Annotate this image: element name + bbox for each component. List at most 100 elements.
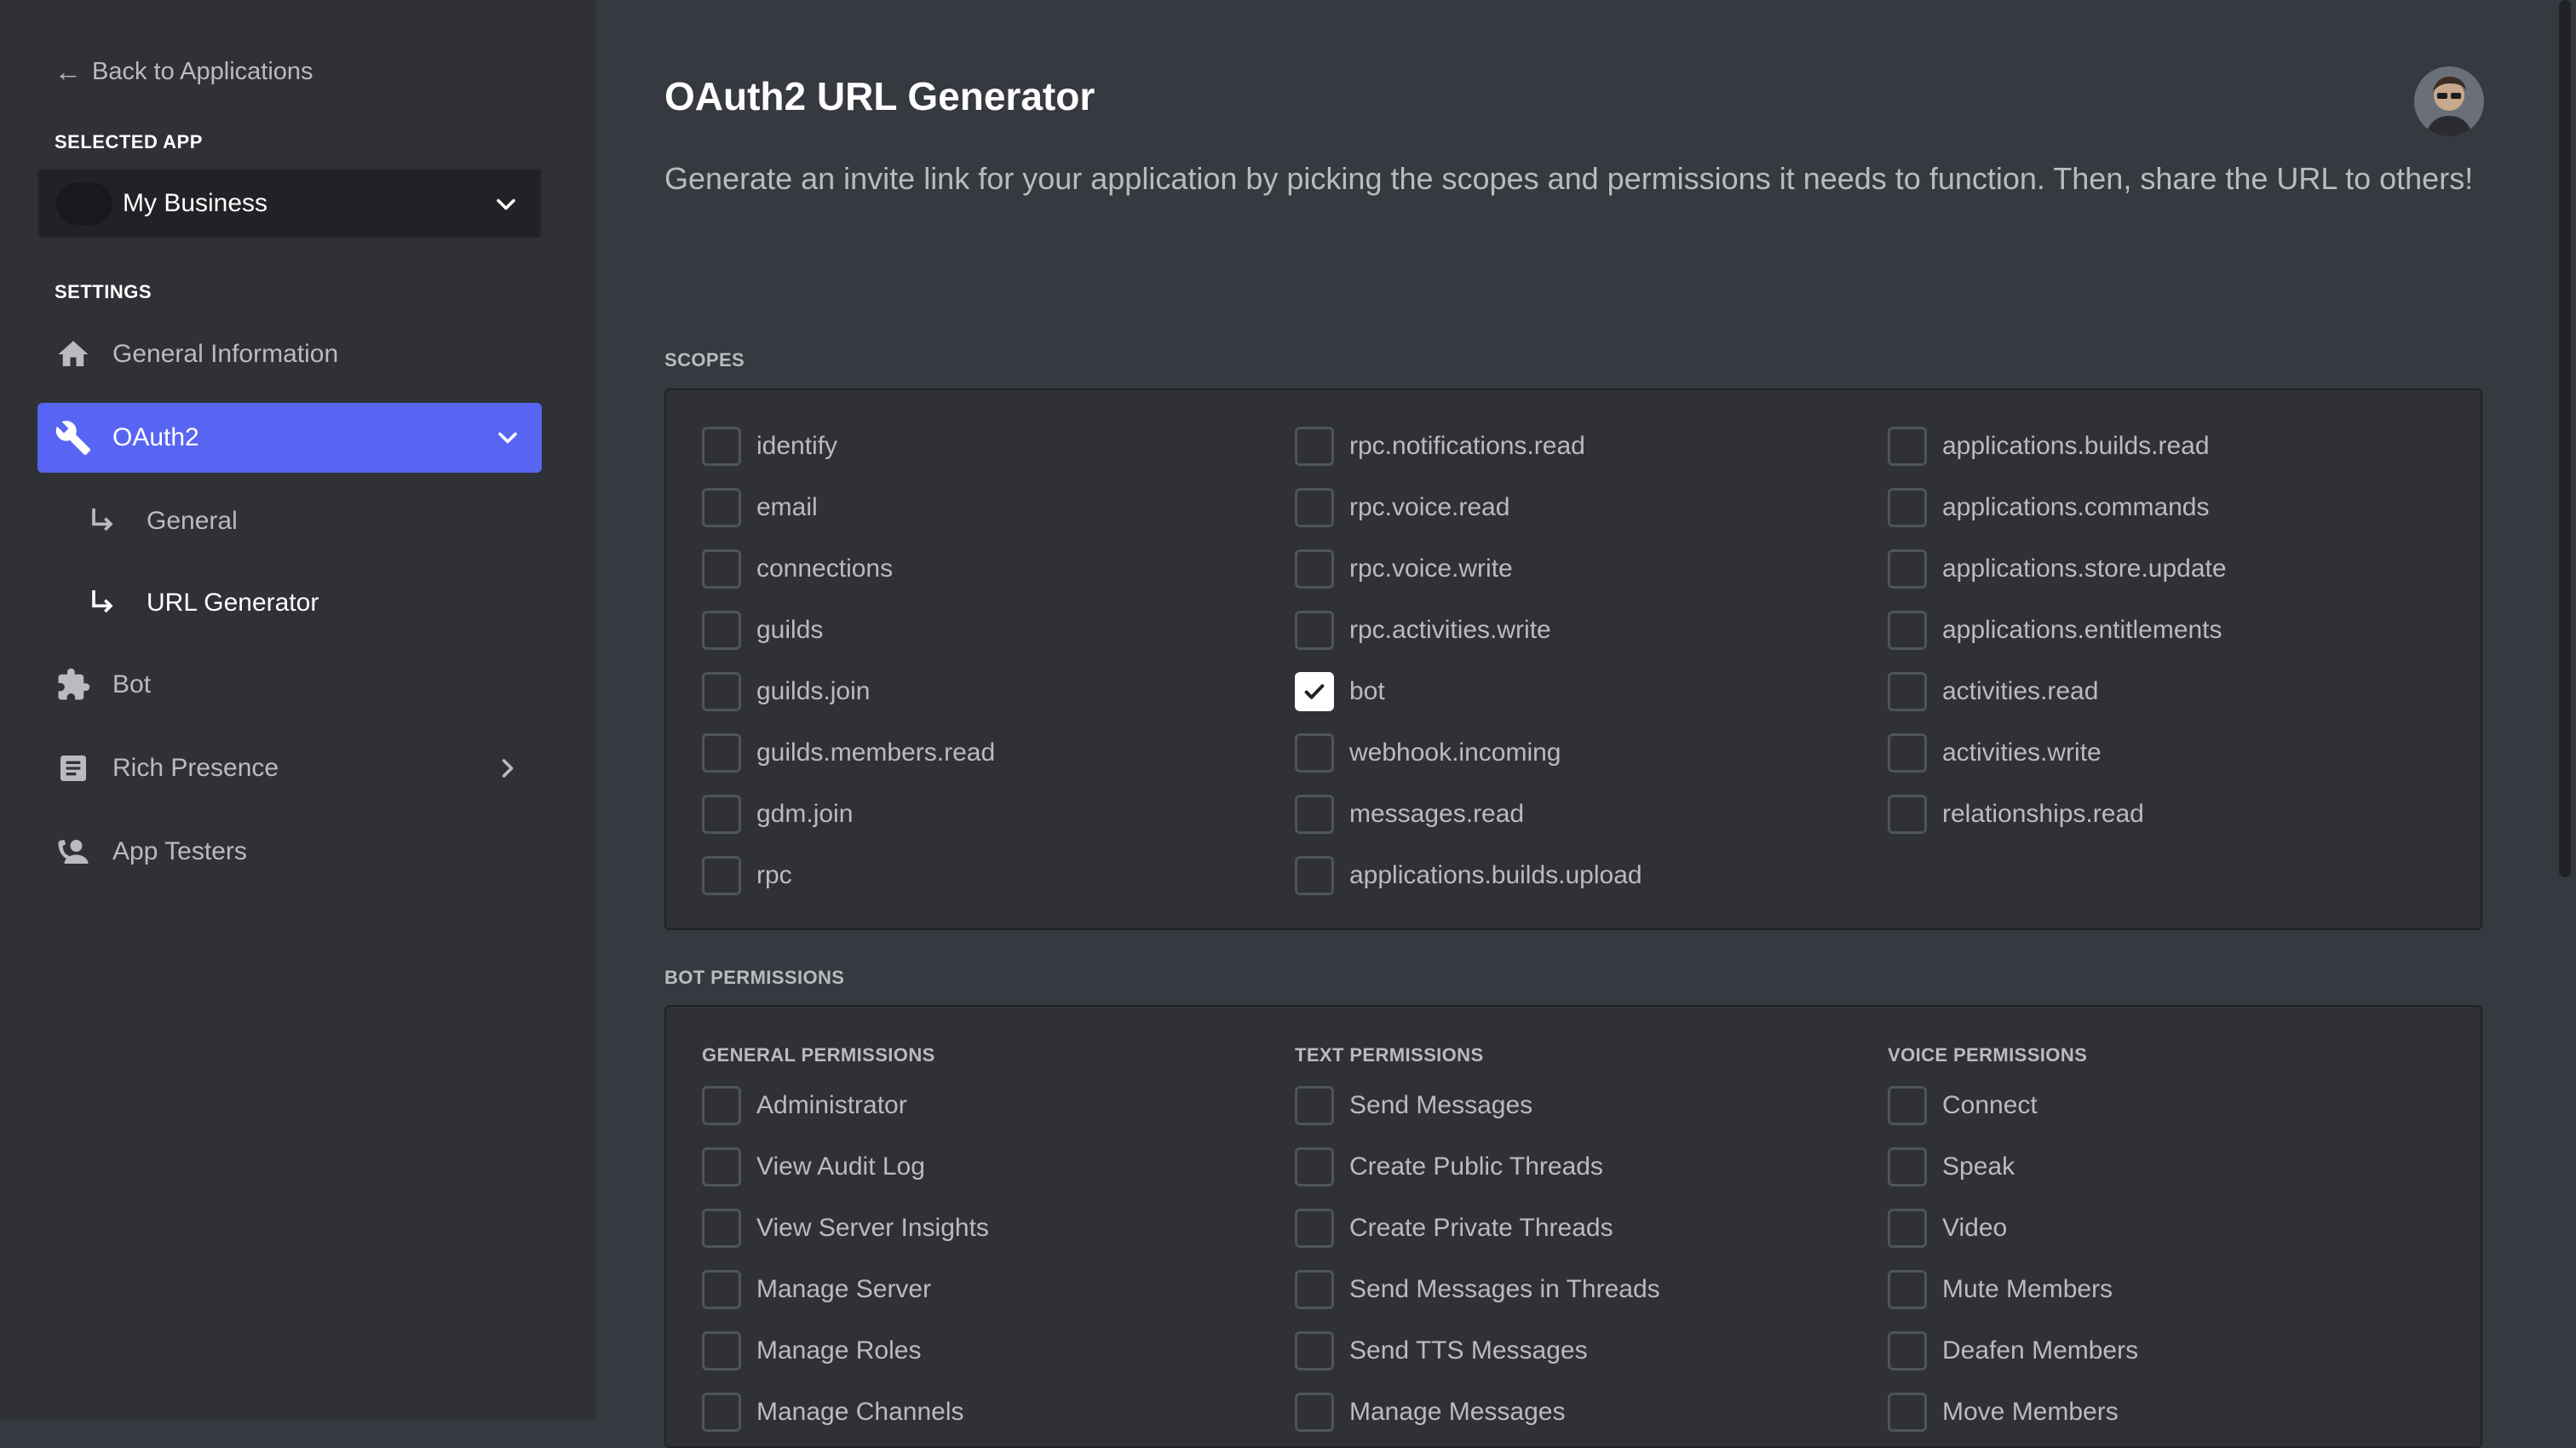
checkbox[interactable] [1888,672,1927,711]
sidebar-item-oauth2[interactable]: OAuth2 [37,403,542,473]
checkbox[interactable] [1888,1393,1927,1432]
checkbox[interactable] [1295,611,1334,650]
checkbox-option[interactable]: Send TTS Messages [1295,1330,1588,1371]
checkbox[interactable] [702,549,741,589]
sidebar-item-bot[interactable]: Bot [37,650,542,720]
sidebar-item-rich-presence[interactable]: Rich Presence [37,733,542,803]
checkbox[interactable] [1295,427,1334,466]
checkbox[interactable] [1295,733,1334,773]
checkbox[interactable] [1295,1331,1334,1370]
sidebar-item-general-information[interactable]: General Information [37,319,542,389]
checkbox-option[interactable]: applications.builds.read [1888,426,2210,467]
checkbox-option[interactable]: rpc.voice.read [1295,487,1509,528]
checkbox-option[interactable]: View Audit Log [702,1146,925,1187]
checkbox-option[interactable]: Send Messages in Threads [1295,1269,1660,1310]
checkbox-option[interactable]: Manage Roles [702,1330,921,1371]
checkbox-option[interactable]: Speak [1888,1146,2015,1187]
checkbox-option[interactable]: applications.commands [1888,487,2210,528]
checkbox-option[interactable]: Video [1888,1208,2007,1249]
checkbox[interactable] [1295,672,1334,711]
checkbox[interactable] [702,856,741,895]
checkbox[interactable] [1888,1209,1927,1248]
checkbox-option[interactable]: applications.builds.upload [1295,855,1642,896]
checkbox[interactable] [1295,795,1334,834]
checkbox-option[interactable]: Manage Channels [702,1392,964,1433]
checkbox[interactable] [1888,611,1927,650]
checkbox[interactable] [1888,1331,1927,1370]
checkbox-option[interactable]: bot [1295,671,1385,712]
checkbox[interactable] [702,733,741,773]
checkbox-option[interactable]: email [702,487,818,528]
wrench-icon [55,419,92,457]
checkbox-option[interactable]: rpc.notifications.read [1295,426,1585,467]
checkbox[interactable] [702,1147,741,1187]
checkbox-option[interactable]: identify [702,426,837,467]
checkbox-option[interactable]: applications.entitlements [1888,610,2222,651]
checkbox-option[interactable]: relationships.read [1888,794,2144,835]
text-permissions-heading: Text Permissions [1295,1044,1484,1066]
checkbox[interactable] [702,488,741,527]
settings-heading: Settings [55,281,152,302]
checkbox[interactable] [702,1270,741,1309]
checkbox[interactable] [1888,427,1927,466]
checkbox-option[interactable]: activities.read [1888,671,2098,712]
user-avatar[interactable] [2414,66,2484,136]
checkbox-option[interactable]: Administrator [702,1085,907,1126]
checkbox[interactable] [1888,795,1927,834]
app-selector-dropdown[interactable]: My Business [37,169,542,238]
checkbox-option[interactable]: gdm.join [702,794,853,835]
checkbox-label: guilds.join [756,677,871,705]
checkbox-option[interactable]: guilds.join [702,671,870,712]
checkbox-option[interactable]: Create Private Threads [1295,1208,1613,1249]
checkbox-option[interactable]: rpc.activities.write [1295,610,1551,651]
sidebar-subitem-general[interactable]: General [85,496,238,547]
checkbox[interactable] [702,1331,741,1370]
checkbox-option[interactable]: messages.read [1295,794,1524,835]
checkbox[interactable] [702,611,741,650]
checkbox-option[interactable]: Move Members [1888,1392,2119,1433]
checkbox-option[interactable]: Send Messages [1295,1085,1532,1126]
checkbox[interactable] [1295,549,1334,589]
checkbox[interactable] [1295,488,1334,527]
checkbox-option[interactable]: guilds [702,610,823,651]
checkbox-option[interactable]: Manage Messages [1295,1392,1565,1433]
checkbox-option[interactable]: View Server Insights [702,1208,989,1249]
checkbox-option[interactable]: webhook.incoming [1295,733,1561,773]
checkbox-option[interactable]: guilds.members.read [702,733,995,773]
checkbox-option[interactable]: rpc.voice.write [1295,549,1513,589]
checkbox[interactable] [702,1086,741,1125]
checkbox[interactable] [1295,1086,1334,1125]
checkbox-label: applications.commands [1942,493,2210,521]
checkbox[interactable] [1888,1270,1927,1309]
checkbox[interactable] [702,427,741,466]
checkbox-option[interactable]: rpc [702,855,792,896]
checkbox[interactable] [702,1393,741,1432]
checkbox[interactable] [702,795,741,834]
scrollbar[interactable] [2559,0,2571,877]
checkbox-option[interactable]: Deafen Members [1888,1330,2138,1371]
checkbox[interactable] [1888,1086,1927,1125]
checkbox[interactable] [1888,488,1927,527]
checkbox[interactable] [1295,856,1334,895]
sidebar-item-app-testers[interactable]: App Testers [37,817,542,887]
checkbox[interactable] [1888,549,1927,589]
checkbox[interactable] [702,1209,741,1248]
back-to-applications-link[interactable]: ← Back to Applications [55,55,313,89]
checkbox-option[interactable]: activities.write [1888,733,2102,773]
sidebar-subitem-url-generator[interactable]: URL Generator [85,577,319,629]
checkbox-option[interactable]: Manage Server [702,1269,931,1310]
checkbox-option[interactable]: applications.store.update [1888,549,2227,589]
checkbox[interactable] [1295,1393,1334,1432]
checkbox-option[interactable]: Mute Members [1888,1269,2113,1310]
checkbox-option[interactable]: Create Public Threads [1295,1146,1603,1187]
general-permissions-heading: General Permissions [702,1044,935,1066]
checkbox-option[interactable]: connections [702,549,893,589]
checkbox-option[interactable]: Connect [1888,1085,2038,1126]
checkbox-label: View Server Insights [756,1214,989,1242]
checkbox[interactable] [1888,733,1927,773]
checkbox[interactable] [1295,1147,1334,1187]
checkbox[interactable] [1295,1209,1334,1248]
checkbox[interactable] [1295,1270,1334,1309]
checkbox[interactable] [1888,1147,1927,1187]
checkbox[interactable] [702,672,741,711]
